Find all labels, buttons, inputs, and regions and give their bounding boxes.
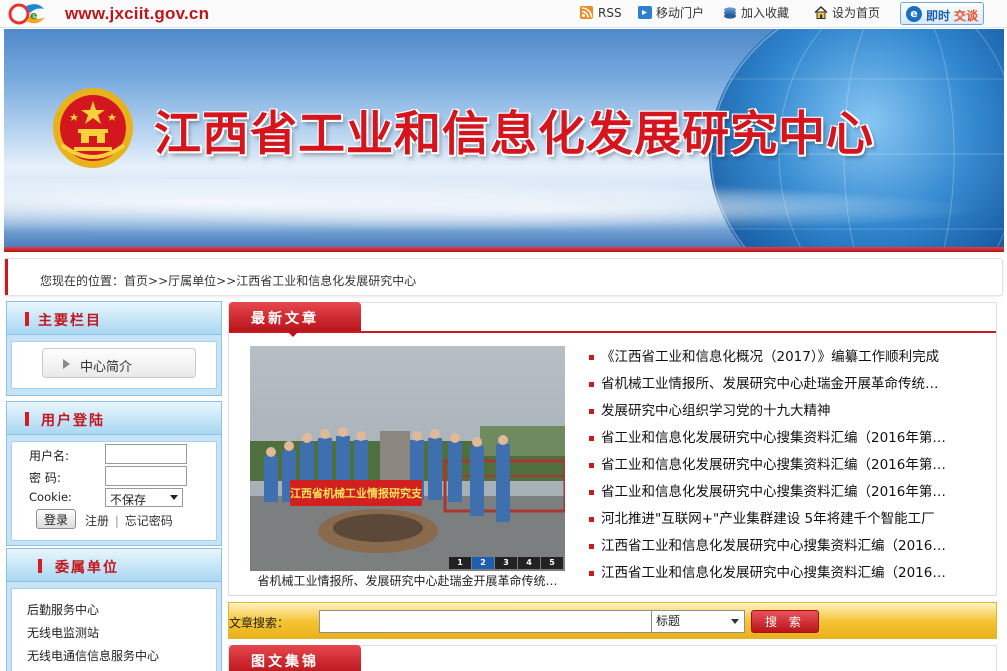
login-links: 注册 | 忘记密码: [85, 512, 173, 529]
article-link[interactable]: 省工业和信息化发展研究中心搜集资料汇编（2016年第…: [589, 428, 989, 455]
mobile-portal-label: 移动门户: [656, 6, 705, 20]
slide-dot-2[interactable]: 2: [472, 557, 494, 569]
chat-label-part2: 交谈: [954, 9, 979, 23]
article-link[interactable]: 河北推进"互联网+"产业集群建设 5年将建千个智能工厂: [589, 509, 989, 536]
search-label: 文章搜索：: [229, 616, 290, 630]
top-bar: e www.jxciit.gov.cn RSS 移动门户 加入收藏 设为首页 e: [0, 0, 1007, 28]
banner-title: 江西省工业和信息化发展研究中心: [154, 107, 874, 162]
cookie-label: Cookie:: [29, 490, 72, 504]
arrow-right-icon: [63, 359, 70, 369]
header-marker: [25, 412, 29, 426]
mobile-portal-link[interactable]: 移动门户: [638, 5, 704, 23]
article-link[interactable]: 省工业和信息化发展研究中心搜集资料汇编（2016年第…: [589, 455, 989, 482]
set-homepage-link[interactable]: 设为首页: [814, 5, 880, 23]
gallery-header: 图文集锦: [229, 645, 996, 671]
breadcrumb: 您现在的位置：首页>>厅属单位>>江西省工业和信息化发展研究中心: [4, 258, 1003, 296]
unit-link-radio-info-service[interactable]: 无线电通信信息服务中心: [27, 647, 159, 664]
slide-dot-1[interactable]: 1: [449, 557, 471, 569]
search-input[interactable]: [319, 610, 652, 633]
affiliated-units-panel: 委属单位 后勤服务中心 无线电监测站 无线电通信信息服务中心: [6, 548, 222, 671]
breadcrumb-separator: >>: [216, 274, 237, 288]
login-panel: 用户登陆 用户名: 密 码: Cookie: 不保存 登录 注册 | 忘记密码: [6, 401, 222, 546]
breadcrumb-prefix: 您现在的位置：: [40, 274, 125, 288]
chevron-down-icon: [731, 619, 739, 624]
site-logo-icon: e: [8, 3, 45, 25]
latest-articles-panel: 最新文章 江西省机械工业情报研究支部 1 2 3 4 5 省机械工业情报所、发展…: [228, 302, 997, 596]
slide-dot-3[interactable]: 3: [495, 557, 517, 569]
slide-dot-5[interactable]: 5: [541, 557, 563, 569]
slide-dot-4[interactable]: 4: [518, 557, 540, 569]
affiliated-units-header: 委属单位: [7, 549, 221, 582]
banner-red-strip: [4, 247, 1004, 252]
set-homepage-label: 设为首页: [832, 6, 881, 20]
unit-link-logistics[interactable]: 后勤服务中心: [27, 601, 99, 618]
svg-text:e: e: [30, 9, 37, 22]
header-marker: [38, 559, 42, 573]
article-search-bar: 文章搜索： 标题 搜 索: [228, 602, 997, 639]
username-label: 用户名:: [29, 449, 70, 463]
gallery-panel: 图文集锦: [228, 645, 997, 671]
unit-link-radio-monitoring[interactable]: 无线电监测站: [27, 624, 99, 641]
photo-caption[interactable]: 省机械工业情报所、发展研究中心赴瑞金开展革命传统…: [250, 572, 565, 589]
affiliated-units-title: 委属单位: [55, 560, 119, 576]
rss-label: RSS: [598, 6, 622, 20]
breadcrumb-trail: 您现在的位置：首页>>厅属单位>>江西省工业和信息化发展研究中心: [40, 272, 416, 289]
favorite-icon: [724, 7, 736, 19]
chat-label-part1: 即时: [926, 9, 951, 23]
latest-articles-list: 《江西省工业和信息化概况（2017）》编纂工作顺利完成 省机械工业情报所、发展研…: [589, 347, 989, 590]
search-button[interactable]: 搜 索: [751, 610, 819, 633]
breadcrumb-home[interactable]: 首页: [124, 274, 148, 288]
latest-articles-header: 最新文章: [229, 302, 996, 337]
national-emblem-icon: [53, 88, 133, 168]
login-button[interactable]: 登录: [36, 509, 76, 529]
add-favorite-label: 加入收藏: [741, 6, 790, 20]
main-sections-body: 中心简介: [11, 341, 217, 389]
username-field[interactable]: [105, 444, 187, 464]
cloud-graphic: [4, 179, 1004, 239]
article-link[interactable]: 江西省工业和信息化发展研究中心搜集资料汇编（2016…: [589, 536, 989, 563]
header-banner: 江西省工业和信息化发展研究中心: [4, 29, 1004, 252]
center-intro-label: 中心简介: [80, 360, 133, 375]
cookie-selected-value: 不保存: [110, 493, 147, 507]
site-url[interactable]: www.jxciit.gov.cn: [65, 4, 209, 24]
photo-slideshow[interactable]: 江西省机械工业情报研究支部 1 2 3 4 5: [250, 346, 565, 571]
add-favorite-link[interactable]: 加入收藏: [723, 5, 789, 23]
rss-icon: [580, 6, 593, 19]
article-link[interactable]: 《江西省工业和信息化概况（2017）》编纂工作顺利完成: [589, 347, 989, 374]
search-scope-select[interactable]: 标题: [651, 610, 745, 633]
slideshow-pager: 1 2 3 4 5: [448, 557, 563, 569]
register-link[interactable]: 注册: [85, 514, 109, 528]
center-intro-button[interactable]: 中心简介: [42, 348, 196, 378]
article-link[interactable]: 江西省工业和信息化发展研究中心搜集资料汇编（2016…: [589, 563, 989, 590]
chat-icon: e: [906, 6, 922, 22]
link-divider: |: [114, 514, 119, 528]
header-marker: [25, 312, 29, 326]
password-field[interactable]: [105, 466, 187, 486]
login-title: 用户登陆: [41, 413, 105, 429]
chevron-down-icon: [170, 495, 178, 500]
breadcrumb-current[interactable]: 江西省工业和信息化发展研究中心: [236, 274, 416, 288]
article-link[interactable]: 省机械工业情报所、发展研究中心赴瑞金开展革命传统…: [589, 374, 989, 401]
instant-chat-button[interactable]: e 即时 交谈: [900, 2, 984, 25]
article-link[interactable]: 发展研究中心组织学习党的十九大精神: [589, 401, 989, 428]
breadcrumb-accent: [5, 259, 8, 295]
main-sections-title: 主要栏目: [38, 313, 102, 329]
tab-latest-articles[interactable]: 最新文章: [229, 302, 361, 337]
home-icon: [814, 6, 828, 19]
login-header: 用户登陆: [7, 402, 221, 435]
search-scope-value: 标题: [656, 614, 681, 628]
password-label: 密 码:: [29, 471, 61, 485]
cookie-select[interactable]: 不保存: [105, 488, 183, 507]
main-sections-header: 主要栏目: [7, 302, 221, 335]
breadcrumb-separator: >>: [148, 274, 169, 288]
tab-gallery[interactable]: 图文集锦: [229, 645, 361, 671]
slideshow-photo: [250, 346, 565, 571]
breadcrumb-affiliates[interactable]: 厅属单位: [168, 274, 216, 288]
rss-link[interactable]: RSS: [580, 5, 622, 23]
photo-banner-text: 江西省机械工业情报研究支部: [290, 487, 422, 500]
forgot-password-link[interactable]: 忘记密码: [125, 514, 173, 528]
article-link[interactable]: 省工业和信息化发展研究中心搜集资料汇编（2016年第…: [589, 482, 989, 509]
mobile-icon: [638, 6, 652, 19]
main-sections-panel: 主要栏目 中心简介: [6, 301, 222, 396]
